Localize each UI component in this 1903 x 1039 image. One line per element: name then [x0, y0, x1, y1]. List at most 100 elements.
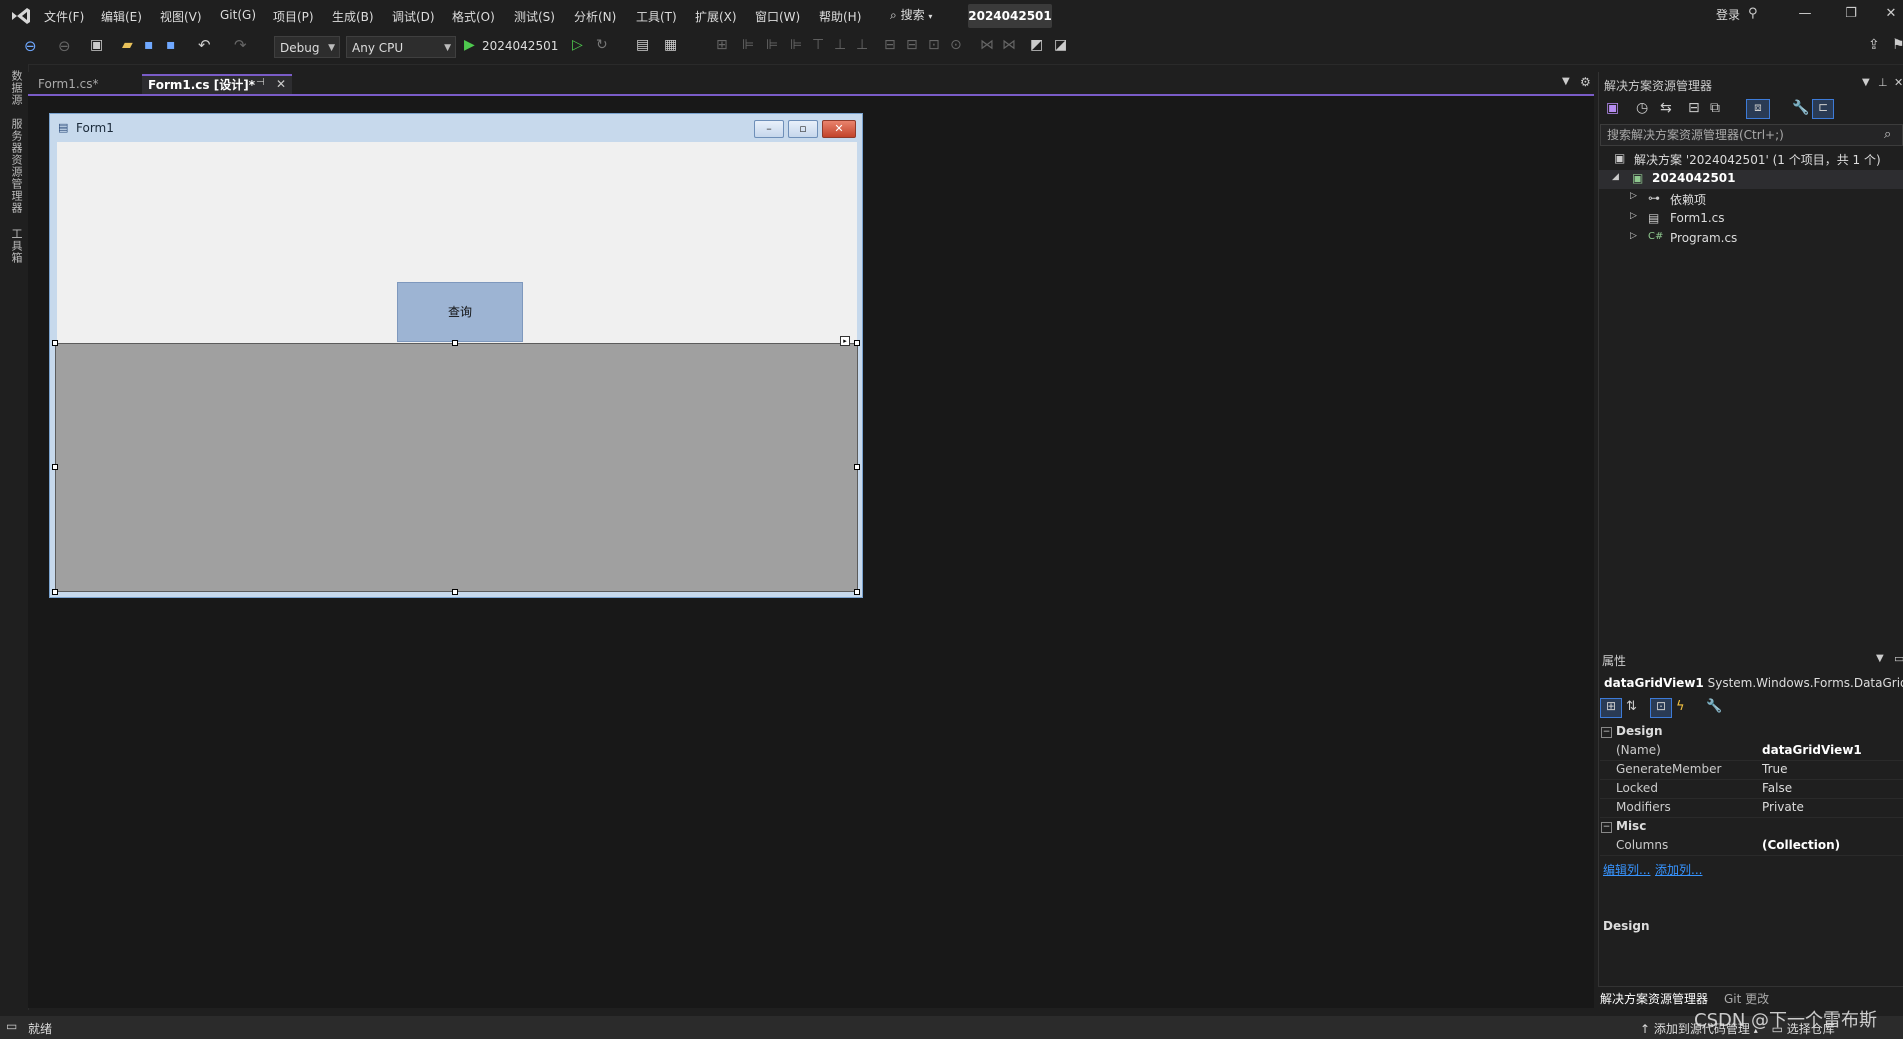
collapse-misc-icon[interactable]: − [1601, 822, 1612, 833]
collapse-arrow-icon[interactable]: ▷ [1630, 191, 1637, 201]
start-without-debug-icon[interactable]: ▷ [572, 37, 583, 53]
switch-views-icon[interactable]: ▣ [1606, 100, 1619, 116]
same-height-icon[interactable]: ⊟ [906, 37, 918, 53]
account-icon[interactable]: ⚲ [1748, 6, 1758, 21]
align-grid-icon[interactable]: ⊞ [716, 37, 728, 53]
close-panel-icon[interactable]: ✕ [1894, 76, 1903, 89]
same-size-icon[interactable]: ⊡ [928, 37, 940, 53]
configuration-select[interactable]: Debug ▼ [274, 36, 340, 58]
menu-edit[interactable]: 编辑(E) [101, 8, 142, 25]
menu-debug[interactable]: 调试(D) [392, 8, 435, 25]
minimize-icon[interactable]: — [1790, 6, 1820, 26]
tree-solution-row[interactable]: 解决方案 '2024042501' (1 个项目，共 1 个) [1634, 151, 1881, 168]
forward-icon[interactable]: ⊖ [58, 37, 71, 55]
tree-project-row[interactable]: 2024042501 [1652, 171, 1736, 185]
history-icon[interactable]: ◷ [1636, 100, 1648, 116]
tree-dependencies[interactable]: 依赖项 [1670, 191, 1706, 208]
menu-build[interactable]: 生成(B) [332, 8, 374, 25]
search-icon[interactable]: ⌕ [1884, 127, 1891, 142]
tab-solution-explorer[interactable]: 解决方案资源管理器 [1600, 990, 1708, 1007]
open-folder-icon[interactable]: ▰ [122, 37, 133, 53]
size-to-grid-icon[interactable]: ⊙ [950, 37, 962, 53]
browse-icon[interactable]: ▤ [636, 37, 649, 53]
menu-view[interactable]: 视图(V) [160, 8, 202, 25]
property-row-locked[interactable]: Locked False [1600, 779, 1903, 799]
new-project-icon[interactable]: ▣ [90, 37, 103, 53]
panel-menu-icon[interactable]: ▼ [1876, 653, 1884, 664]
categorized-icon[interactable]: ⊞ [1600, 698, 1622, 718]
property-value[interactable]: False [1762, 781, 1792, 795]
redo-icon[interactable]: ↷ [234, 36, 247, 54]
tab-git-changes[interactable]: Git 更改 [1724, 990, 1769, 1007]
close-tab-icon[interactable]: ✕ [276, 77, 286, 91]
undo-icon[interactable]: ↶ [198, 36, 211, 54]
tab-list-dropdown-icon[interactable]: ▼ [1562, 76, 1570, 87]
share-icon[interactable]: ⇪ [1868, 37, 1880, 53]
collapse-all-icon[interactable]: ⊟ [1688, 100, 1700, 116]
collapse-arrow-icon[interactable]: ▷ [1630, 211, 1637, 221]
smart-tag-icon[interactable]: ▸ [840, 336, 850, 346]
properties-wrench-icon[interactable]: 🔧 [1792, 100, 1809, 116]
menu-project[interactable]: 项目(P) [273, 8, 314, 25]
toolbox-tab[interactable]: 工具箱 [8, 228, 24, 264]
start-debug-icon[interactable]: ▶ [464, 37, 475, 53]
horizontal-spacing-icon[interactable]: ⋈ [980, 37, 994, 53]
property-row-modifiers[interactable]: Modifiers Private [1600, 798, 1903, 818]
sync-icon[interactable]: ⇆ [1660, 100, 1672, 116]
property-value[interactable]: Private [1762, 800, 1804, 814]
save-icon[interactable]: ▪ [144, 37, 154, 53]
bring-to-front-icon[interactable]: ◩ [1030, 37, 1043, 53]
property-row-columns[interactable]: Columns (Collection) [1600, 836, 1903, 856]
layout-icon[interactable]: ▦ [664, 37, 677, 53]
resize-handle-e[interactable] [854, 464, 860, 470]
property-row-generatemember[interactable]: GenerateMember True [1600, 760, 1903, 780]
platform-select[interactable]: Any CPU ▼ [346, 36, 456, 58]
menu-format[interactable]: 格式(O) [452, 8, 495, 25]
tab-form1-designer[interactable]: Form1.cs [设计]* ⊣ ✕ [142, 74, 292, 94]
panel-menu-icon[interactable]: ▼ [1862, 77, 1870, 88]
resize-handle-w[interactable] [52, 464, 58, 470]
property-row-name[interactable]: (Name) dataGridView1 [1600, 741, 1903, 761]
same-width-icon[interactable]: ⊟ [884, 37, 896, 53]
menu-test[interactable]: 测试(S) [514, 8, 555, 25]
filter-icon[interactable]: ⧈ [1746, 99, 1770, 119]
alphabetical-icon[interactable]: ⇅ [1626, 699, 1637, 714]
property-value[interactable]: True [1762, 762, 1788, 776]
pin-icon[interactable]: ⊣ [256, 77, 265, 88]
align-centers-icon[interactable]: ⊫ [766, 37, 778, 53]
back-icon[interactable]: ⊖ [24, 37, 37, 55]
property-value[interactable]: dataGridView1 [1762, 743, 1862, 757]
login-link[interactable]: 登录 [1716, 6, 1740, 23]
align-tops-icon[interactable]: ⊤ [812, 37, 824, 53]
solution-search-input[interactable]: 搜索解决方案资源管理器(Ctrl+;) [1600, 124, 1903, 146]
menu-file[interactable]: 文件(F) [44, 8, 84, 25]
tab-form1-code[interactable]: Form1.cs* [30, 74, 107, 94]
align-rights-icon[interactable]: ⊫ [790, 37, 802, 53]
align-lefts-icon[interactable]: ⊫ [742, 37, 754, 53]
show-all-files-icon[interactable]: ⧉ [1710, 100, 1720, 116]
expand-arrow-icon[interactable]: ◢ [1612, 172, 1619, 182]
preview-icon[interactable]: ⊏ [1812, 99, 1834, 119]
menu-window[interactable]: 窗口(W) [755, 8, 800, 25]
server-explorer-tab[interactable]: 服务器资源管理器 [8, 118, 24, 214]
data-grid-view[interactable] [55, 343, 858, 592]
menu-help[interactable]: 帮助(H) [819, 8, 861, 25]
property-pages-icon[interactable]: 🔧 [1706, 699, 1722, 714]
properties-icon[interactable]: ⊡ [1650, 698, 1672, 718]
hot-reload-icon[interactable]: ↻ [596, 37, 608, 53]
solution-name-badge[interactable]: 2024042501 [968, 4, 1052, 28]
settings-gear-icon[interactable]: ⚙ [1580, 75, 1591, 89]
align-bottoms-icon[interactable]: ⊥ [856, 37, 868, 53]
add-column-link[interactable]: 添加列... [1655, 861, 1702, 878]
close-icon[interactable]: ✕ [1876, 6, 1903, 26]
collapse-design-icon[interactable]: − [1601, 727, 1612, 738]
edit-columns-link[interactable]: 编辑列... [1603, 861, 1650, 878]
search-button[interactable]: ⌕ 搜索 ▾ [890, 6, 952, 26]
menu-extensions[interactable]: 扩展(X) [695, 8, 737, 25]
tree-program-cs[interactable]: Program.cs [1670, 231, 1737, 245]
vertical-spacing-icon[interactable]: ⋈ [1002, 37, 1016, 53]
query-button[interactable]: 查询 [397, 282, 523, 342]
resize-handle-se[interactable] [854, 589, 860, 595]
feedback-icon[interactable]: ⚑ [1892, 37, 1903, 53]
tree-form1-cs[interactable]: Form1.cs [1670, 211, 1725, 225]
